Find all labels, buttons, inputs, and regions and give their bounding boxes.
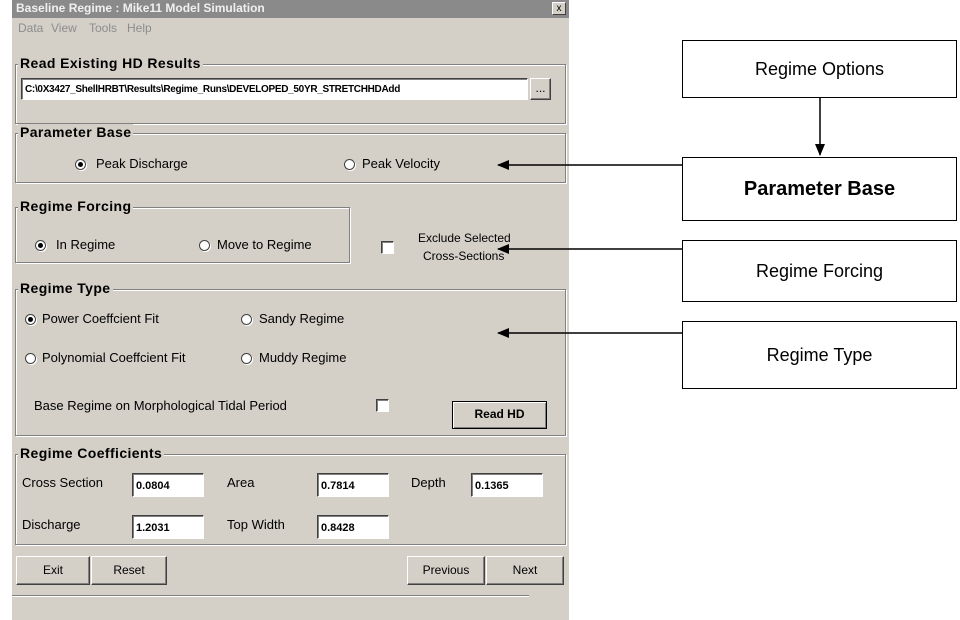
annotation-arrows bbox=[497, 98, 825, 338]
